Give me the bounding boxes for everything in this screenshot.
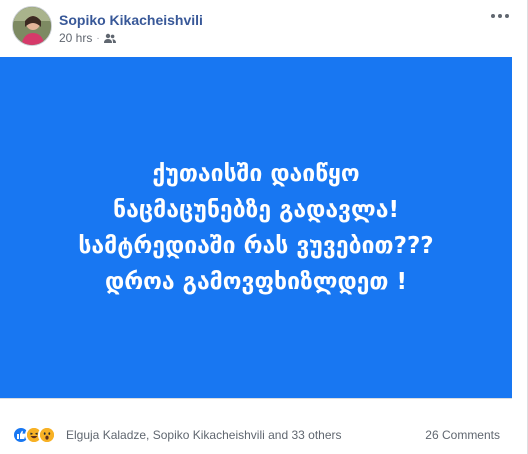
reaction-icons[interactable] xyxy=(12,426,56,444)
author-avatar[interactable] xyxy=(12,6,52,46)
banner-line: ქუთაისში დაიწყო xyxy=(152,160,360,187)
comments-count[interactable]: 26 Comments xyxy=(425,428,500,442)
author-name[interactable]: Sopiko Kikacheishvili xyxy=(59,12,203,28)
banner-text: ქუთაისში დაიწყო ნაცმაცუნებზე გადავლა! სა… xyxy=(21,156,491,300)
post-header: Sopiko Kikacheishvili 20 hrs · xyxy=(12,6,512,50)
more-dot xyxy=(491,14,495,18)
more-dot xyxy=(505,14,509,18)
post-footer: Elguja Kaladze, Sopiko Kikacheishvili an… xyxy=(0,398,512,454)
friends-icon[interactable] xyxy=(103,33,116,43)
post-meta: 20 hrs · xyxy=(59,31,116,45)
banner-line: ნაცმაცუნებზე გადავლა! xyxy=(113,196,399,223)
meta-separator: · xyxy=(96,32,100,44)
banner-line: სამტრედიაში რას ვუვებით??? xyxy=(78,232,434,259)
post-timestamp[interactable]: 20 hrs xyxy=(59,31,92,45)
banner-line: დროა გამოვფხიზლდეთ ! xyxy=(105,268,407,295)
post-card: Sopiko Kikacheishvili 20 hrs · ქუთაისში … xyxy=(0,0,528,454)
status-banner[interactable]: ქუთაისში დაიწყო ნაცმაცუნებზე გადავლა! სა… xyxy=(0,57,512,398)
wow-icon xyxy=(38,426,56,444)
footer-divider xyxy=(0,398,512,399)
reactors-summary[interactable]: Elguja Kaladze, Sopiko Kikacheishvili an… xyxy=(66,428,342,442)
avatar-photo-icon xyxy=(13,7,51,45)
more-options-icon[interactable] xyxy=(488,8,512,24)
more-dot xyxy=(498,14,502,18)
